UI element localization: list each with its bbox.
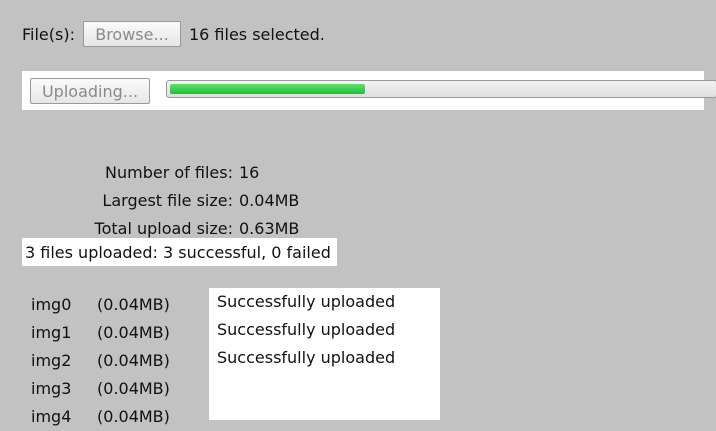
list-item: img3 (0.04MB) xyxy=(22,375,207,403)
file-input-row: File(s): Browse... 16 files selected. xyxy=(22,19,325,49)
file-status xyxy=(209,372,440,400)
file-name: img0 xyxy=(31,295,72,314)
upload-status-box: Successfully uploaded Successfully uploa… xyxy=(209,288,440,420)
files-selected-text: 16 files selected. xyxy=(188,24,325,44)
browse-button[interactable]: Browse... xyxy=(82,21,181,47)
uploading-button[interactable]: Uploading... xyxy=(30,78,150,104)
list-item: img1 (0.04MB) xyxy=(22,319,207,347)
file-name: img3 xyxy=(31,379,72,398)
stat-value: 0.04MB xyxy=(239,191,300,210)
file-size: (0.04MB) xyxy=(97,379,170,398)
list-item: img4 (0.04MB) xyxy=(22,403,207,431)
stat-label: Largest file size: xyxy=(102,191,233,210)
stat-label: Number of files: xyxy=(105,163,233,182)
file-size: (0.04MB) xyxy=(97,351,170,370)
file-status xyxy=(209,400,440,428)
file-size: (0.04MB) xyxy=(97,323,170,342)
file-name: img2 xyxy=(31,351,72,370)
upload-progress-bar xyxy=(166,80,716,98)
file-status: Successfully uploaded xyxy=(217,348,396,367)
files-label: File(s): xyxy=(22,24,75,44)
list-item: img0 (0.04MB) xyxy=(22,291,207,319)
upload-summary: 3 files uploaded: 3 successful, 0 failed xyxy=(22,238,337,266)
file-list: img0 (0.04MB) img1 (0.04MB) img2 (0.04MB… xyxy=(22,291,207,431)
file-name: img1 xyxy=(31,323,72,342)
file-name: img4 xyxy=(31,407,72,426)
file-status: Successfully uploaded xyxy=(217,292,396,311)
list-item: img2 (0.04MB) xyxy=(22,347,207,375)
file-status: Successfully uploaded xyxy=(217,320,396,339)
stat-value: 16 xyxy=(239,163,260,182)
file-size: (0.04MB) xyxy=(97,407,170,426)
stat-number-of-files: Number of files: 16 xyxy=(22,159,299,187)
upload-panel: Uploading... xyxy=(22,71,716,110)
stat-largest-file-size: Largest file size: 0.04MB xyxy=(22,187,299,215)
upload-stats: Number of files: 16 Largest file size: 0… xyxy=(22,159,300,243)
file-size: (0.04MB) xyxy=(97,295,170,314)
upload-progress-fill xyxy=(170,84,365,94)
